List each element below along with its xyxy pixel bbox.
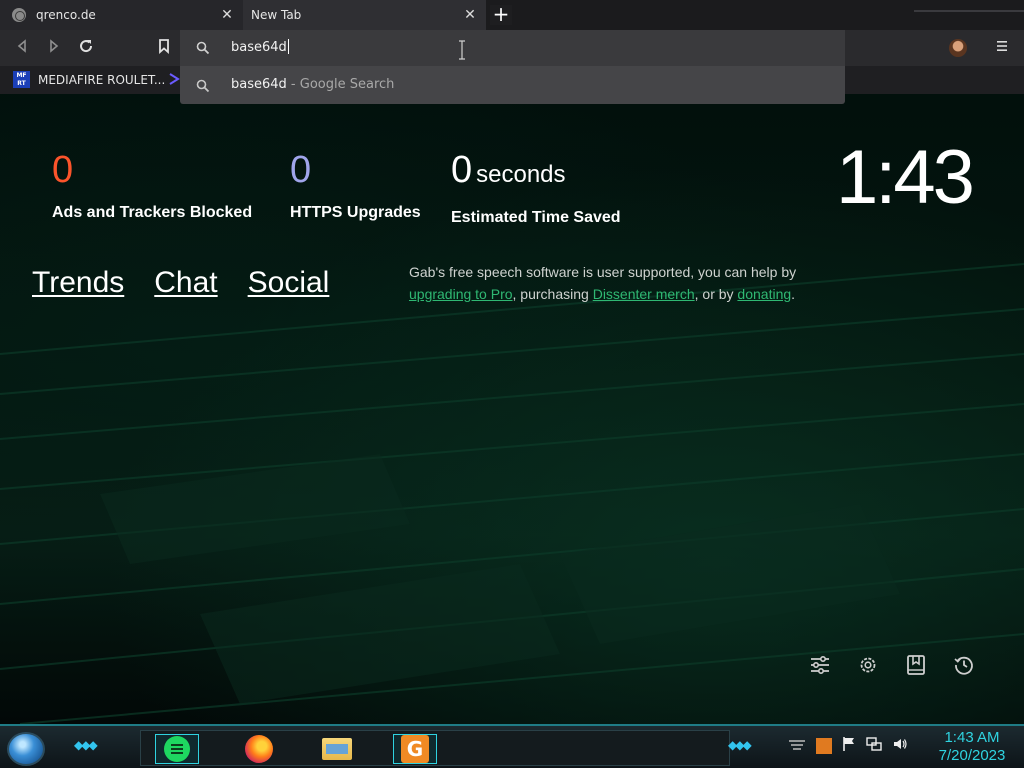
toolbar: base64d bbox=[0, 30, 1024, 66]
tray-chevron-icon[interactable] bbox=[788, 737, 806, 755]
gab-text-part: . bbox=[791, 286, 796, 302]
desktop: qrenco.de ✕ New Tab ✕ + base64d MF RT ME… bbox=[0, 0, 1024, 768]
taskbar-decoration: ◆◆◆ bbox=[728, 738, 752, 752]
chat-app-icon bbox=[164, 736, 190, 762]
gab-support-message: Gab's free speech software is user suppo… bbox=[409, 261, 809, 305]
firefox-icon bbox=[245, 735, 273, 763]
gab-text-part: Gab's free speech software is user suppo… bbox=[409, 264, 797, 280]
folder-icon bbox=[322, 738, 352, 760]
tab-title: New Tab bbox=[251, 8, 302, 22]
titlebar-decoration bbox=[914, 0, 1024, 12]
globe-icon bbox=[12, 8, 26, 22]
clock-widget: 1:43 bbox=[836, 135, 975, 220]
omnibox-suggestion[interactable]: base64d - Google Search bbox=[180, 66, 845, 104]
start-button[interactable] bbox=[7, 732, 45, 766]
bookmark-label: MEDIAFIRE ROULET... bbox=[38, 72, 166, 87]
gab-text-part: , purchasing bbox=[512, 286, 593, 302]
volume-icon[interactable] bbox=[892, 736, 908, 756]
suggestion-query: base64d bbox=[231, 77, 287, 92]
link-social[interactable]: Social bbox=[248, 266, 330, 300]
taskbar-app-file-explorer[interactable] bbox=[315, 734, 359, 764]
link-chat[interactable]: Chat bbox=[154, 266, 217, 300]
taskbar-date: 7/20/2023 bbox=[938, 747, 1006, 764]
hamburger-menu-icon[interactable] bbox=[994, 38, 1010, 58]
link-trends[interactable]: Trends bbox=[32, 266, 124, 300]
address-input[interactable]: base64d bbox=[231, 39, 289, 55]
ads-blocked-label: Ads and Trackers Blocked bbox=[52, 204, 253, 221]
tab-strip: qrenco.de ✕ New Tab ✕ + bbox=[0, 0, 1024, 30]
search-icon bbox=[196, 40, 210, 59]
system-tray bbox=[788, 736, 908, 756]
profile-avatar[interactable] bbox=[949, 39, 967, 57]
gab-text-part: , or by bbox=[694, 286, 738, 302]
network-icon[interactable] bbox=[866, 736, 882, 756]
taskbar-app-firefox[interactable] bbox=[237, 734, 281, 764]
dissenter-merch-link[interactable]: Dissenter merch bbox=[593, 286, 695, 302]
reload-icon[interactable] bbox=[76, 38, 96, 58]
action-center-flag-icon[interactable] bbox=[842, 736, 856, 756]
close-icon[interactable]: ✕ bbox=[462, 7, 478, 23]
taskbar: ◆◆◆ G ◆◆◆ 1:43 AM 7/20/2023 bbox=[0, 724, 1024, 768]
tab-title: qrenco.de bbox=[36, 8, 96, 22]
ads-blocked-stat: 0 Ads and Trackers Blocked bbox=[52, 150, 252, 222]
https-upgrades-count: 0 bbox=[290, 149, 312, 191]
suggestion-suffix: - Google Search bbox=[286, 77, 395, 92]
time-saved-stat: 0 seconds Estimated Time Saved bbox=[451, 150, 621, 227]
search-icon bbox=[196, 78, 210, 97]
mediafire-roulette-icon: MF RT bbox=[13, 71, 30, 88]
time-saved-unit: seconds bbox=[476, 161, 566, 188]
address-text: base64d bbox=[231, 40, 287, 55]
bookmark-icon[interactable] bbox=[154, 38, 174, 58]
g-app-icon: G bbox=[401, 735, 429, 763]
time-saved-value: 0 bbox=[451, 149, 473, 191]
time-saved-label: Estimated Time Saved bbox=[451, 209, 621, 226]
text-cursor-ibeam bbox=[459, 40, 465, 60]
https-upgrades-label: HTTPS Upgrades bbox=[290, 204, 421, 221]
https-upgrades-stat: 0 HTTPS Upgrades bbox=[290, 150, 421, 222]
settings-gear-icon[interactable] bbox=[857, 654, 881, 678]
taskbar-apps: G bbox=[140, 730, 730, 766]
ads-blocked-count: 0 bbox=[52, 149, 74, 191]
new-tab-button[interactable]: + bbox=[490, 4, 512, 25]
back-arrow-icon[interactable] bbox=[12, 38, 32, 58]
taskbar-time: 1:43 AM bbox=[944, 729, 1000, 746]
taskbar-app-chat[interactable] bbox=[155, 734, 199, 764]
top-links: Trends Chat Social bbox=[32, 266, 329, 300]
bookmark-item-2-icon[interactable] bbox=[168, 72, 180, 90]
address-bar[interactable]: base64d bbox=[180, 30, 845, 66]
tab-qrenco[interactable]: qrenco.de ✕ bbox=[0, 0, 243, 30]
donating-link[interactable]: donating bbox=[737, 286, 791, 302]
customize-sliders-icon[interactable] bbox=[809, 654, 833, 678]
taskbar-decoration: ◆◆◆ bbox=[74, 738, 98, 752]
upgrade-to-pro-link[interactable]: upgrading to Pro bbox=[409, 286, 513, 302]
taskbar-clock[interactable]: 1:43 AM 7/20/2023 bbox=[932, 729, 1012, 765]
bookmark-item-mediafire[interactable]: MF RT MEDIAFIRE ROULET... bbox=[13, 71, 165, 88]
forward-arrow-icon[interactable] bbox=[44, 38, 64, 58]
tray-app-icon[interactable] bbox=[816, 738, 832, 754]
bookmarks-icon[interactable] bbox=[905, 654, 929, 678]
text-caret bbox=[287, 39, 289, 54]
tab-new-tab[interactable]: New Tab ✕ bbox=[243, 0, 486, 30]
taskbar-app-g[interactable]: G bbox=[393, 734, 437, 764]
close-icon[interactable]: ✕ bbox=[219, 7, 235, 23]
new-tab-page: 0 Ads and Trackers Blocked 0 HTTPS Upgra… bbox=[0, 94, 1024, 724]
history-icon[interactable] bbox=[953, 654, 977, 678]
